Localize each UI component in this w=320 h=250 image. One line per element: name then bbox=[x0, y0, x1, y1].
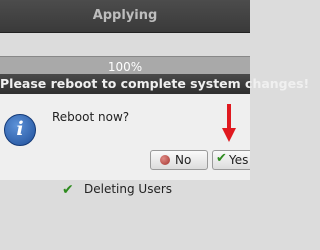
arrow-shaft bbox=[227, 104, 231, 130]
no-button-label: No bbox=[175, 153, 192, 167]
window-titlebar[interactable]: Applying bbox=[0, 0, 250, 33]
dialog-titlebar[interactable]: Please reboot to complete system changes… bbox=[0, 74, 309, 94]
yes-button[interactable]: ✔ Yes bbox=[212, 150, 250, 170]
info-icon: i bbox=[4, 114, 36, 146]
status-check-icon: ✔ bbox=[62, 182, 74, 198]
status-text: Deleting Users bbox=[84, 182, 173, 196]
dialog-message: Reboot now? bbox=[52, 110, 130, 124]
window-title: Applying bbox=[92, 8, 158, 23]
no-button[interactable]: No bbox=[150, 150, 208, 170]
dialog-title: Please reboot to complete system changes… bbox=[0, 76, 310, 91]
reboot-dialog: Please reboot to complete system changes… bbox=[0, 74, 309, 180]
arrow-head bbox=[222, 128, 236, 142]
yes-button-label: Yes bbox=[229, 153, 249, 167]
stop-icon bbox=[160, 155, 170, 165]
progress-label: 100% bbox=[107, 60, 143, 74]
check-icon: ✔ bbox=[216, 151, 227, 166]
red-arrow-annotation bbox=[222, 104, 236, 142]
